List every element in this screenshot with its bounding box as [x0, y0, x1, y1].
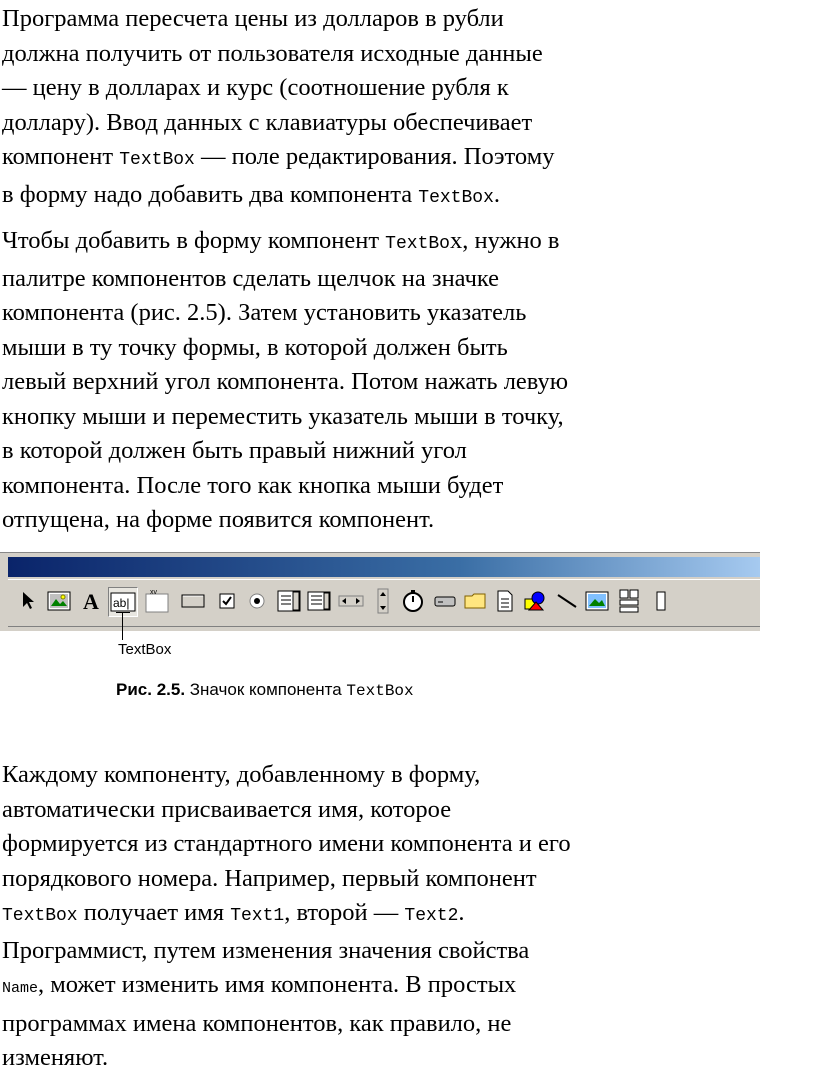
- text-line: Программист, путем изменения значения св…: [2, 936, 530, 964]
- dirlistbox-icon[interactable]: [462, 588, 488, 614]
- text-line: , может изменить имя компонента. В прост…: [38, 971, 517, 998]
- text-line: Каждому компоненту, добавленному в форму…: [2, 761, 481, 788]
- combobox-icon[interactable]: [276, 588, 302, 614]
- text-line: левый верхний угол компонента. Потом наж…: [2, 368, 569, 395]
- text-line: , второй —: [284, 899, 405, 926]
- text-line: должна получить от пользователя исходные…: [2, 39, 543, 67]
- text-line: формируется из стандартного имени компон…: [2, 830, 571, 857]
- text-line: Программа пересчета цены из долларов в р…: [2, 5, 504, 32]
- component-palette-figure: A ab| xv: [0, 552, 760, 631]
- text-line: .: [493, 180, 501, 208]
- text-line: изменяют.: [2, 1044, 109, 1071]
- paragraph-naming: Каждому компоненту, добавленному в форму…: [2, 758, 592, 1076]
- text-line: программах имена компонентов, как правил…: [2, 1009, 512, 1037]
- text-line: кнопку мыши и переместить указатель мыши…: [2, 402, 564, 430]
- ole-icon[interactable]: [648, 588, 674, 614]
- text-line: компонент: [2, 143, 120, 170]
- text-line: автоматически присваивается имя, которое: [2, 795, 452, 823]
- code-text1: Text1: [230, 906, 285, 926]
- vscrollbar-icon[interactable]: [370, 588, 396, 614]
- callout-tick: [116, 612, 130, 613]
- text-line: компонента (рис. 2.5). Затем установить …: [2, 299, 527, 326]
- drivelistbox-icon[interactable]: [432, 588, 458, 614]
- checkbox-icon[interactable]: [214, 588, 240, 614]
- data-icon[interactable]: [616, 588, 642, 614]
- text-line: — цену в долларах и курс (соотношение ру…: [2, 74, 509, 101]
- svg-text:xv: xv: [150, 589, 158, 596]
- pointer-icon[interactable]: [16, 588, 42, 614]
- text-line: в форму надо добавить два компонента: [2, 180, 419, 208]
- caption-text: Значок компонента: [185, 680, 347, 699]
- label-icon[interactable]: A: [78, 588, 104, 614]
- image-icon[interactable]: [584, 588, 610, 614]
- line-icon[interactable]: [554, 588, 580, 614]
- svg-text:A: A: [83, 589, 99, 613]
- figure-caption: Рис. 2.5. Значок компонента TextBox: [116, 680, 414, 700]
- caption-number: Рис. 2.5.: [116, 680, 186, 699]
- text-line: доллару). Ввод данных с клавиатуры обесп…: [2, 108, 533, 136]
- code-text2: Text2: [404, 906, 459, 926]
- text-line: x, нужно в: [449, 227, 560, 254]
- palette-toolbar: A ab| xv: [8, 579, 760, 627]
- code-textbox: TextBox: [119, 150, 195, 170]
- frame-icon[interactable]: xv: [144, 588, 170, 614]
- text-line: отпущена, на форме появится компонент.: [2, 506, 435, 533]
- callout-label: TextBox: [118, 641, 172, 658]
- text-line: получает имя: [77, 899, 231, 926]
- svg-text:ab|: ab|: [113, 596, 129, 610]
- code-textbox: TextBo: [385, 234, 450, 254]
- shape-icon[interactable]: [522, 588, 548, 614]
- caption-code: TextBox: [346, 682, 414, 700]
- picturebox-icon[interactable]: [46, 588, 72, 614]
- paragraph-intro: Программа пересчета цены из долларов в р…: [2, 2, 592, 215]
- code-textbox: TextBox: [2, 906, 78, 926]
- text-line: в которой должен быть правый нижний угол: [2, 437, 467, 464]
- optionbutton-icon[interactable]: [244, 588, 270, 614]
- code-textbox: TextBox: [418, 187, 494, 208]
- timer-icon[interactable]: [400, 588, 426, 614]
- listbox-icon[interactable]: [306, 588, 332, 614]
- text-line: — поле редактирования. Поэтому: [194, 143, 555, 170]
- text-line: компонента. После того как кнопка мыши б…: [2, 471, 504, 499]
- palette-titlebar: [8, 557, 760, 577]
- paragraph-instructions: Чтобы добавить в форму компонент TextBox…: [2, 224, 592, 538]
- code-name: Name: [2, 980, 39, 997]
- text-line: палитре компонентов сделать щелчок на зн…: [2, 264, 500, 292]
- filelistbox-icon[interactable]: [492, 588, 518, 614]
- commandbutton-icon[interactable]: [180, 588, 206, 614]
- text-line: порядкового номера. Например, первый ком…: [2, 864, 537, 892]
- text-line: мыши в ту точку формы, в которой должен …: [2, 333, 508, 361]
- hscrollbar-icon[interactable]: [338, 588, 364, 614]
- text-line: .: [458, 899, 465, 926]
- callout-line: [122, 612, 123, 640]
- text-line: Чтобы добавить в форму компонент: [2, 227, 386, 254]
